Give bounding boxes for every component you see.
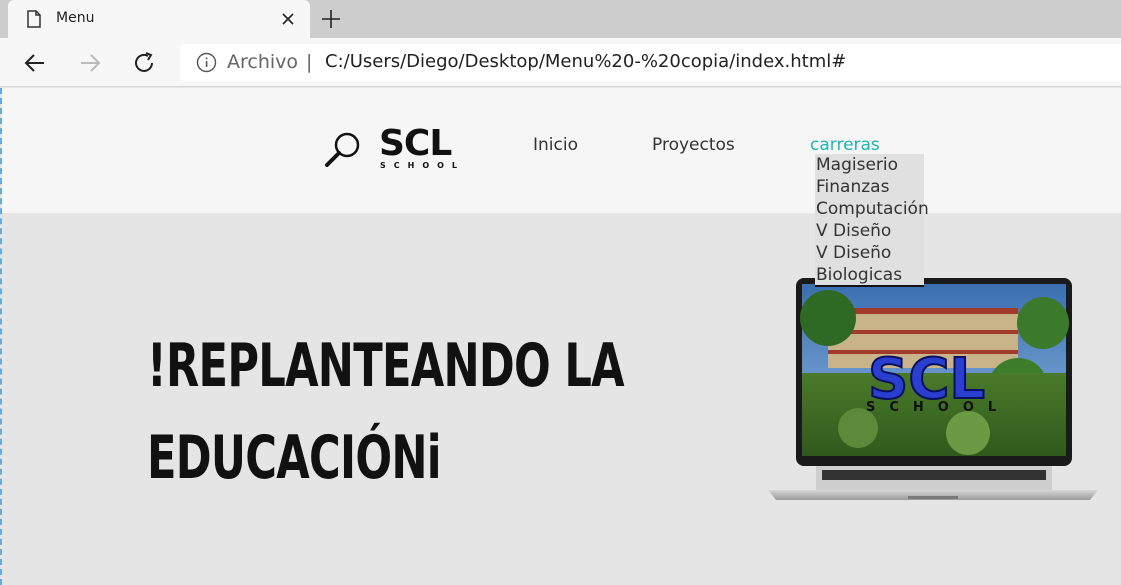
logo-text: SCL <box>379 123 452 164</box>
hero-headline: !REPLANTEANDO LA EDUCACIÓNi <box>147 320 665 504</box>
nav-link-proyectos[interactable]: Proyectos <box>652 135 735 155</box>
address-url[interactable]: C:/Users/Diego/Desktop/Menu%20-%20copia/… <box>325 51 846 72</box>
dropdown-item-magiserio[interactable]: Magiserio <box>815 154 924 176</box>
address-separator: | <box>306 51 313 73</box>
logo-subtext: SCHOOL <box>380 161 466 170</box>
dropdown-item-finanzas[interactable]: Finanzas <box>815 176 924 198</box>
browser-tab[interactable]: Menu <box>8 0 310 38</box>
nav-link-carreras[interactable]: carreras <box>810 135 880 155</box>
dropdown-item-computacion[interactable]: Computación <box>815 198 929 220</box>
info-icon[interactable] <box>196 52 217 73</box>
headline-line-2: EDUCACIÓNi <box>147 423 442 493</box>
site-logo[interactable]: SCL SCHOOL <box>379 126 469 174</box>
forward-arrow-icon[interactable] <box>77 50 103 76</box>
tab-strip: Menu <box>0 0 1121 38</box>
browser-toolbar: Archivo | C:/Users/Diego/Desktop/Menu%20… <box>0 38 1121 87</box>
dropdown-item-biologicas[interactable]: Biologicas <box>815 264 924 286</box>
close-icon[interactable] <box>278 9 298 29</box>
tab-title: Menu <box>56 10 95 26</box>
headline-line-1: !REPLANTEANDO LA <box>147 331 625 401</box>
back-arrow-icon[interactable] <box>22 50 48 76</box>
dropdown-item-v-diseno-2[interactable]: V Diseño <box>815 242 924 264</box>
nav-link-inicio[interactable]: Inicio <box>533 135 578 155</box>
carreras-dropdown: Magiserio Finanzas Computación V Diseño … <box>815 154 929 287</box>
address-bar[interactable]: Archivo | C:/Users/Diego/Desktop/Menu%20… <box>180 44 1121 81</box>
screen-logo-subtext: SCHOOL <box>866 400 1010 415</box>
site-header: SCL SCHOOL Inicio Proyectos carreras <box>2 88 1121 213</box>
address-origin: Archivo <box>227 51 299 73</box>
reload-icon[interactable] <box>131 50 157 76</box>
web-page: SCL SCHOOL Inicio Proyectos carreras !RE… <box>0 88 1121 585</box>
laptop-image: SCL SCHOOL <box>768 278 1098 500</box>
dropdown-item-v-diseno[interactable]: V Diseño <box>815 220 924 242</box>
page-icon <box>27 10 41 28</box>
search-icon[interactable] <box>324 130 362 168</box>
new-tab-icon[interactable] <box>320 8 342 30</box>
